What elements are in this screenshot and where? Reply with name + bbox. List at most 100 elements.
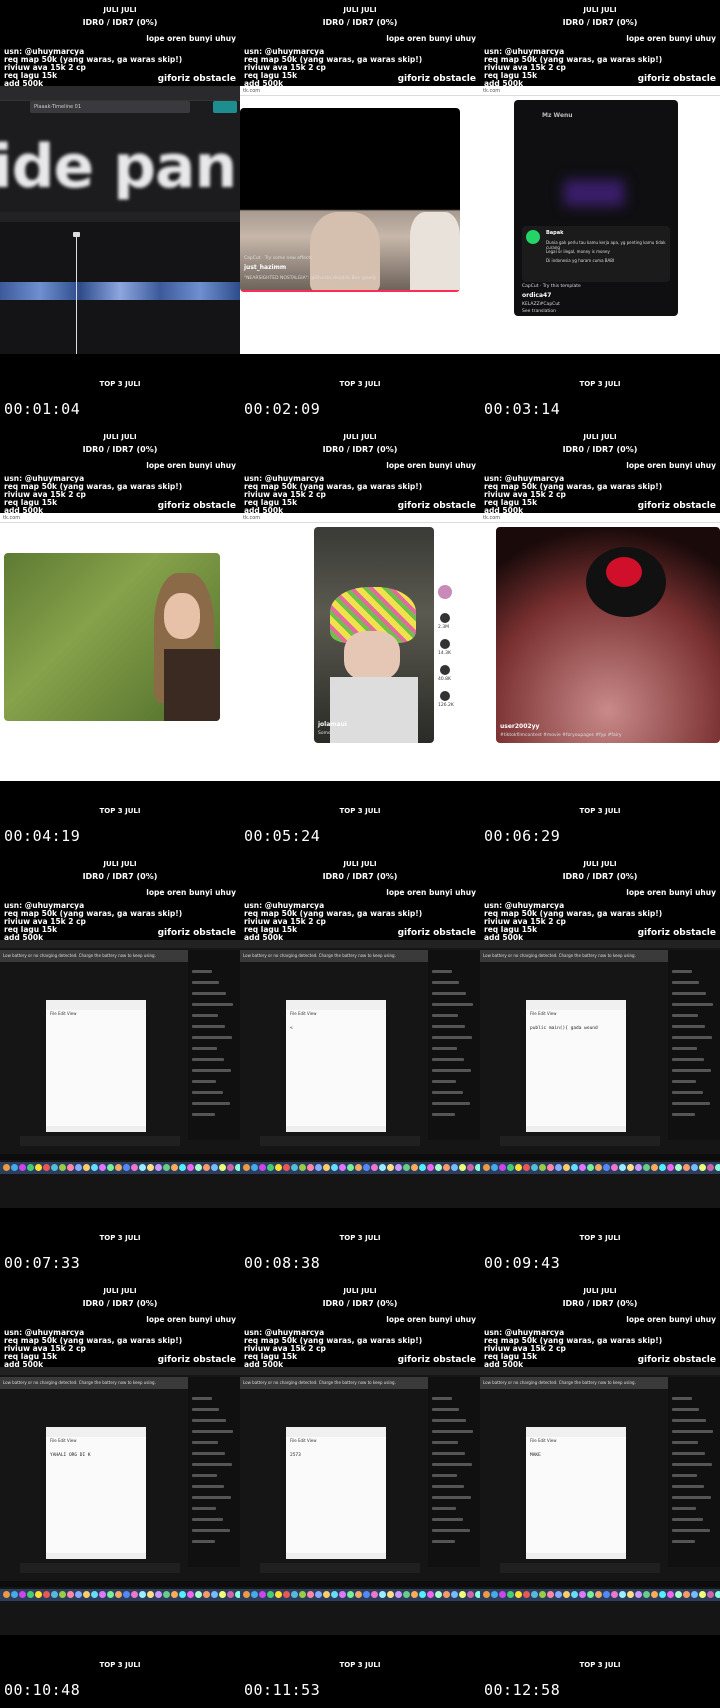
video-username[interactable]: user2002yy xyxy=(500,723,539,730)
taskbar-app-icon[interactable] xyxy=(315,1591,322,1598)
taskbar-app-icon[interactable] xyxy=(419,1164,426,1171)
taskbar-app-icon[interactable] xyxy=(579,1591,586,1598)
thumbnail-cell[interactable]: Plaaak-Timeline 01 ide pan JULI JULI IDR0 /… xyxy=(0,0,240,427)
thumbnail-cell[interactable]: Low battery or no charging detected. Cha… xyxy=(240,1281,480,1708)
taskbar-app-icon[interactable] xyxy=(11,1591,18,1598)
tiktok-video[interactable]: Mz Wenu Bapak Dunia gak perlu tau kamu ker… xyxy=(514,100,678,316)
stream-controls[interactable] xyxy=(500,1136,660,1146)
taskbar-app-icon[interactable] xyxy=(267,1591,274,1598)
taskbar-app-icon[interactable] xyxy=(83,1164,90,1171)
taskbar-app-icon[interactable] xyxy=(427,1591,434,1598)
taskbar-app-icon[interactable] xyxy=(523,1164,530,1171)
taskbar-app-icon[interactable] xyxy=(619,1164,626,1171)
taskbar-app-icon[interactable] xyxy=(275,1591,282,1598)
taskbar-app-icon[interactable] xyxy=(531,1164,538,1171)
notepad-text[interactable]: MAKE xyxy=(530,1453,541,1458)
taskbar-app-icon[interactable] xyxy=(163,1591,170,1598)
taskbar-app-icon[interactable] xyxy=(211,1591,218,1598)
video-username[interactable]: jolamaui xyxy=(318,721,347,728)
taskbar-app-icon[interactable] xyxy=(347,1164,354,1171)
taskbar-app-icon[interactable] xyxy=(331,1591,338,1598)
taskbar-app-icon[interactable] xyxy=(595,1591,602,1598)
taskbar-app-icon[interactable] xyxy=(411,1591,418,1598)
taskbar-app-icon[interactable] xyxy=(459,1591,466,1598)
taskbar-app-icon[interactable] xyxy=(379,1164,386,1171)
taskbar-app-icon[interactable] xyxy=(51,1591,58,1598)
taskbar-app-icon[interactable] xyxy=(43,1164,50,1171)
taskbar-app-icon[interactable] xyxy=(363,1164,370,1171)
notepad-window[interactable]: File Edit View xyxy=(46,1000,146,1132)
taskbar-app-icon[interactable] xyxy=(355,1591,362,1598)
taskbar-app-icon[interactable] xyxy=(507,1591,514,1598)
playhead-handle[interactable] xyxy=(73,232,80,237)
taskbar-app-icon[interactable] xyxy=(339,1591,346,1598)
taskbar-app-icon[interactable] xyxy=(155,1164,162,1171)
taskbar-app-icon[interactable] xyxy=(27,1591,34,1598)
stream-controls[interactable] xyxy=(260,1563,420,1573)
taskbar-app-icon[interactable] xyxy=(195,1164,202,1171)
taskbar-app-icon[interactable] xyxy=(683,1164,690,1171)
taskbar-app-icon[interactable] xyxy=(531,1591,538,1598)
taskbar-app-icon[interactable] xyxy=(571,1164,578,1171)
taskbar-app-icon[interactable] xyxy=(147,1591,154,1598)
taskbar-app-icon[interactable] xyxy=(563,1591,570,1598)
taskbar-app-icon[interactable] xyxy=(411,1164,418,1171)
taskbar-app-icon[interactable] xyxy=(315,1164,322,1171)
taskbar-app-icon[interactable] xyxy=(371,1164,378,1171)
thumbnail-cell[interactable]: tk.com user2002yy #tiktokfilmcontest #movi… xyxy=(480,427,720,854)
taskbar-app-icon[interactable] xyxy=(715,1591,720,1598)
taskbar-app-icon[interactable] xyxy=(491,1164,498,1171)
taskbar-app-icon[interactable] xyxy=(427,1164,434,1171)
timeline-search-input[interactable]: Plaaak-Timeline 01 xyxy=(30,101,190,113)
taskbar-app-icon[interactable] xyxy=(419,1591,426,1598)
taskbar-app-icon[interactable] xyxy=(123,1164,130,1171)
taskbar-app-icon[interactable] xyxy=(307,1164,314,1171)
taskbar-app-icon[interactable] xyxy=(179,1591,186,1598)
taskbar-app-icon[interactable] xyxy=(187,1164,194,1171)
taskbar-app-icon[interactable] xyxy=(99,1164,106,1171)
taskbar-app-icon[interactable] xyxy=(131,1164,138,1171)
taskbar-app-icon[interactable] xyxy=(571,1591,578,1598)
taskbar-app-icon[interactable] xyxy=(635,1591,642,1598)
notepad-window[interactable]: File Edit View public main(){ gada wound xyxy=(526,1000,626,1132)
taskbar-app-icon[interactable] xyxy=(691,1164,698,1171)
taskbar-app-icon[interactable] xyxy=(587,1164,594,1171)
taskbar-app-icon[interactable] xyxy=(11,1164,18,1171)
taskbar-app-icon[interactable] xyxy=(659,1591,666,1598)
taskbar-app-icon[interactable] xyxy=(51,1164,58,1171)
taskbar-app-icon[interactable] xyxy=(507,1164,514,1171)
taskbar-app-icon[interactable] xyxy=(443,1591,450,1598)
taskbar-app-icon[interactable] xyxy=(691,1591,698,1598)
thumbnail-cell[interactable]: Low battery or no charging detected. Cha… xyxy=(480,854,720,1281)
taskbar-app-icon[interactable] xyxy=(435,1164,442,1171)
taskbar-app-icon[interactable] xyxy=(267,1164,274,1171)
taskbar-app-icon[interactable] xyxy=(667,1591,674,1598)
taskbar-app-icon[interactable] xyxy=(307,1591,314,1598)
notepad-text[interactable]: 2573 xyxy=(290,1453,301,1458)
taskbar-app-icon[interactable] xyxy=(547,1164,554,1171)
taskbar-app-icon[interactable] xyxy=(171,1164,178,1171)
stream-controls[interactable] xyxy=(260,1136,420,1146)
taskbar-app-icon[interactable] xyxy=(259,1591,266,1598)
taskbar-app-icon[interactable] xyxy=(395,1164,402,1171)
thumbnail-cell[interactable]: tk.com jolamaui Sometimes it's hard to bre… xyxy=(240,427,480,854)
taskbar-app-icon[interactable] xyxy=(547,1591,554,1598)
taskbar-app-icon[interactable] xyxy=(467,1164,474,1171)
taskbar-app-icon[interactable] xyxy=(35,1591,42,1598)
taskbar-app-icon[interactable] xyxy=(523,1591,530,1598)
taskbar-app-icon[interactable] xyxy=(3,1164,10,1171)
taskbar-app-icon[interactable] xyxy=(131,1591,138,1598)
notepad-window[interactable]: File Edit View YAHALI ORG DI K xyxy=(46,1427,146,1559)
taskbar-app-icon[interactable] xyxy=(155,1591,162,1598)
taskbar-app-icon[interactable] xyxy=(99,1591,106,1598)
taskbar-app-icon[interactable] xyxy=(611,1591,618,1598)
taskbar-app-icon[interactable] xyxy=(243,1164,250,1171)
taskbar-app-icon[interactable] xyxy=(203,1591,210,1598)
taskbar-app-icon[interactable] xyxy=(75,1164,82,1171)
taskbar-app-icon[interactable] xyxy=(243,1591,250,1598)
taskbar-app-icon[interactable] xyxy=(635,1164,642,1171)
video-username[interactable]: ordica47 xyxy=(522,292,551,299)
taskbar-app-icon[interactable] xyxy=(563,1164,570,1171)
taskbar-app-icon[interactable] xyxy=(611,1164,618,1171)
taskbar-app-icon[interactable] xyxy=(675,1164,682,1171)
